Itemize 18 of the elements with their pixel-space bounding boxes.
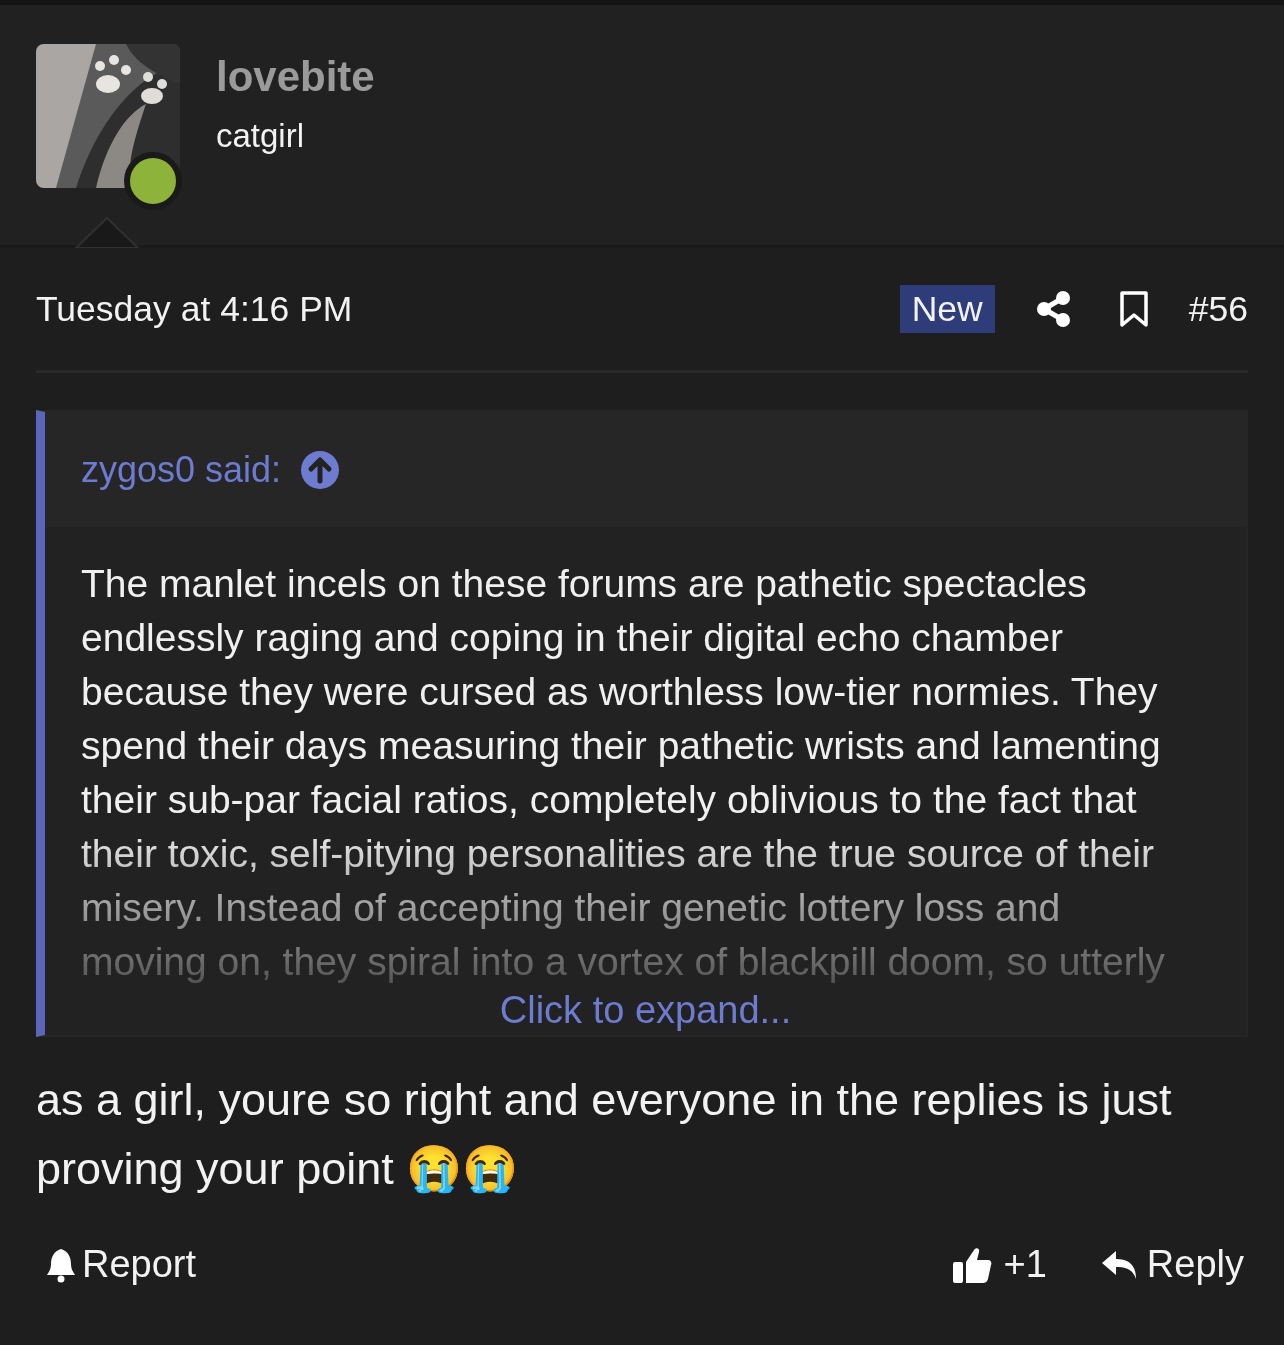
report-button[interactable]: Report (46, 1243, 197, 1286)
post-number[interactable]: #56 (1188, 288, 1248, 330)
reply-arrow-icon (1100, 1248, 1139, 1281)
thumbs-up-icon (951, 1245, 992, 1284)
like-button[interactable]: +1 (951, 1243, 1047, 1286)
post-time[interactable]: Tuesday at 4:16 PM (36, 288, 900, 330)
quoted-text: The manlet incels on these forums are pathetic spectacles endlessly raging and coping in their digital echo chamber because they were cursed as worthless low-tier normies. They spend their days measuring their pathetic wrists and lamenting their sub-par facial ratios, completely oblivious to the fact that their toxic, self-pitying personalities are the true source of their misery. Instead of accepting their genetic lottery loss and moving on, they spiral into a vortex of blackpill doom, so utterly (81, 561, 1166, 985)
post-text: as a girl, youre so right and everyone in the replies is just proving your point 😭😭 (36, 1074, 1172, 1194)
bell-icon (46, 1246, 76, 1283)
share-icon[interactable] (1036, 291, 1071, 327)
arrow-up-icon[interactable] (301, 450, 340, 489)
quote-attribution[interactable]: zygos0 said: (81, 448, 282, 491)
user-title: catgirl (216, 116, 306, 156)
expand-link[interactable]: Click to expand... (499, 989, 792, 1031)
new-badge: New (899, 285, 995, 333)
reply-button[interactable]: Reply (1100, 1243, 1244, 1286)
username[interactable]: lovebite (216, 52, 375, 102)
bookmark-icon[interactable] (1118, 291, 1149, 327)
